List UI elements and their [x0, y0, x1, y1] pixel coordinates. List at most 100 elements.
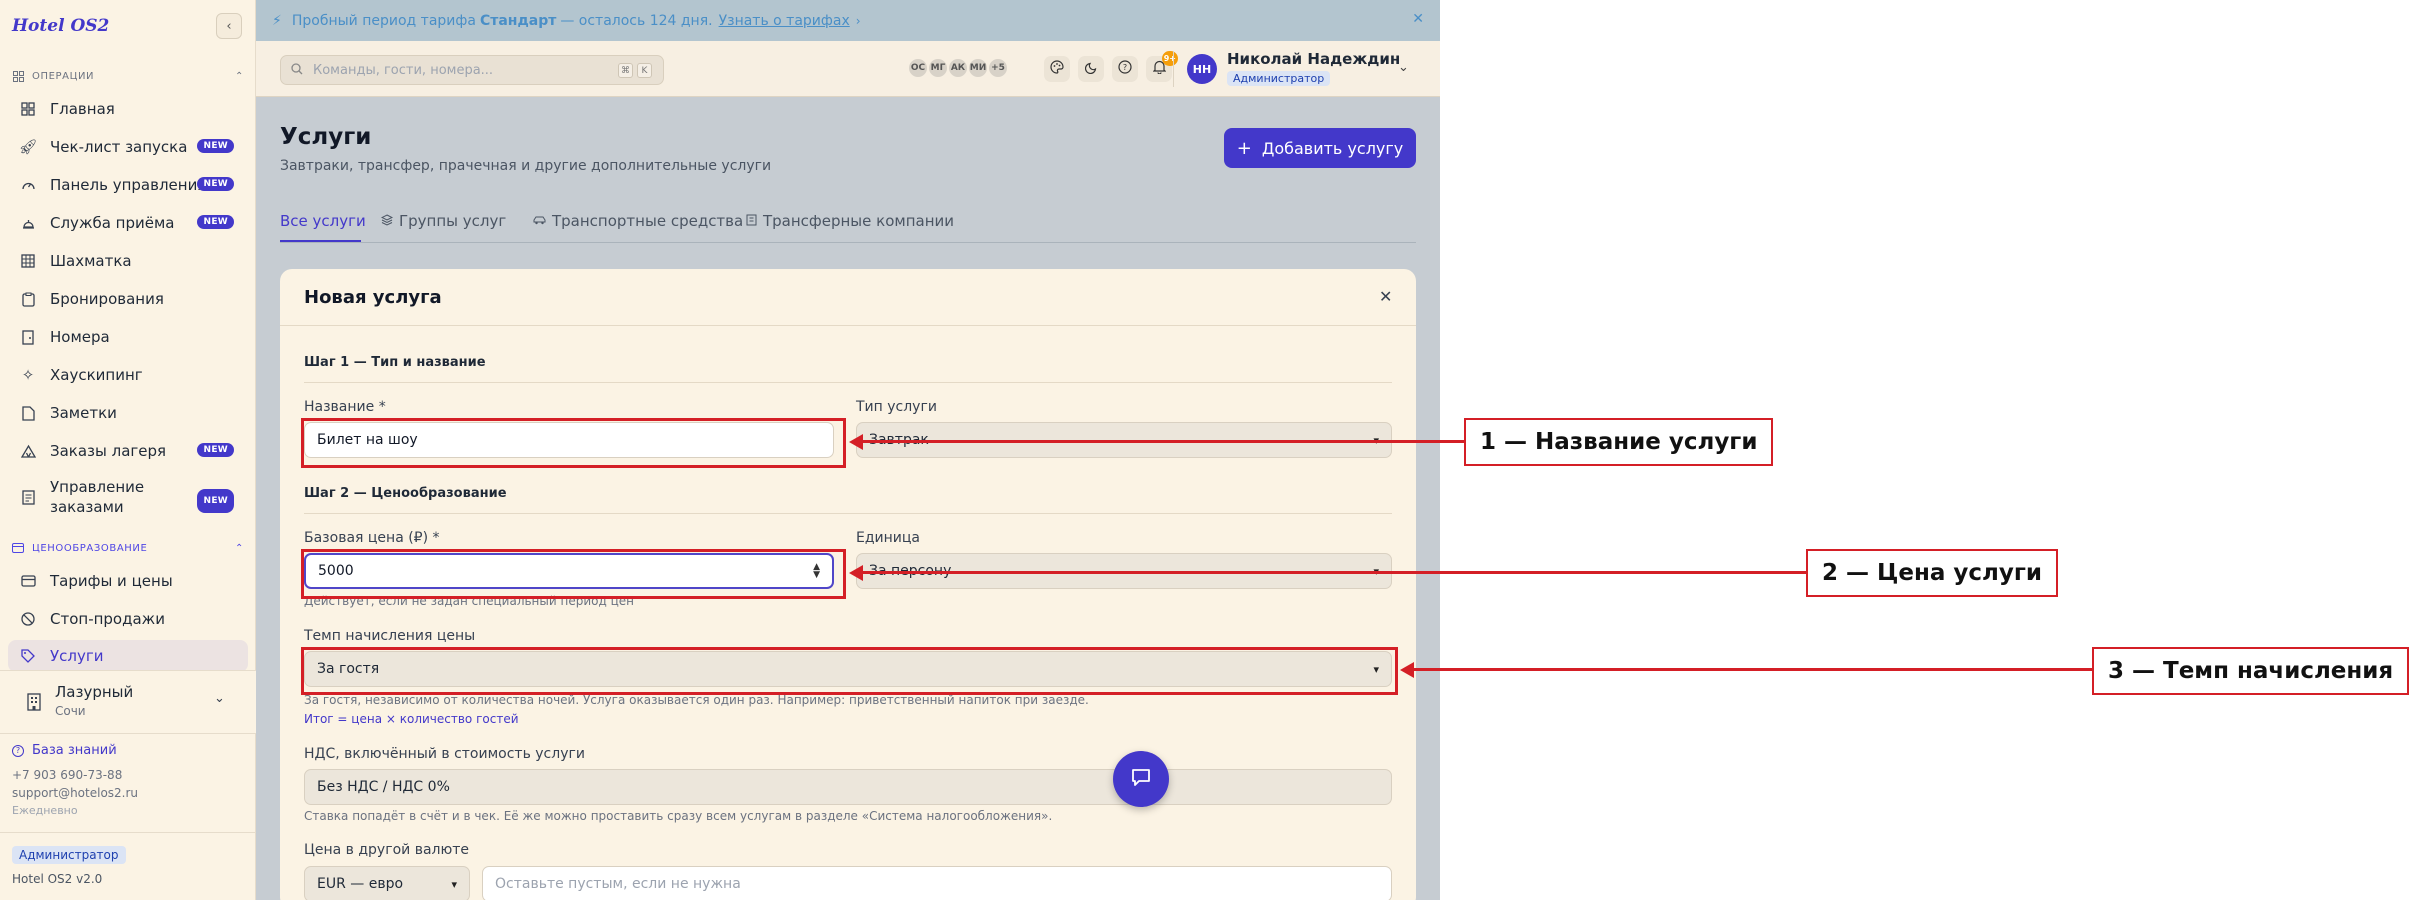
- chevron-down-icon[interactable]: ⌄: [1398, 60, 1409, 75]
- car-icon: [533, 214, 546, 228]
- section-pricing[interactable]: ЦЕНООБРАЗОВАНИЕ ⌃: [12, 540, 244, 556]
- sidebar-item-label: Шахматка: [50, 252, 132, 270]
- rate-label: Темп начисления цены: [304, 628, 476, 644]
- arrow-head-icon: [1400, 662, 1414, 678]
- add-service-label: Добавить услугу: [1261, 138, 1404, 158]
- sidebar-item-services[interactable]: Услуги: [8, 640, 248, 672]
- hotel-switcher[interactable]: Лазурный Сочи ⌄: [0, 670, 256, 734]
- sidebar-item-chessboard[interactable]: Шахматка: [8, 244, 248, 278]
- step-1-heading: Шаг 1 — Тип и название: [304, 355, 486, 370]
- command-search-input[interactable]: Команды, гости, номера... ⌘ K: [280, 55, 664, 85]
- chat-button[interactable]: [1113, 751, 1169, 807]
- help-circle-icon: ?: [12, 744, 24, 757]
- sidebar-item-stop-sales[interactable]: Стоп-продажи: [8, 602, 248, 636]
- sidebar-item-label: Заказы лагеря: [50, 442, 167, 460]
- receipt-icon: [20, 489, 36, 505]
- annotation-box-3: [301, 647, 1398, 695]
- annotation-box-1: [301, 418, 846, 468]
- foreign-price-placeholder: Оставьте пустым, если не нужна: [495, 876, 741, 892]
- chevron-down-icon: ▾: [451, 877, 457, 891]
- active-tab-indicator: [280, 240, 361, 242]
- currency-select[interactable]: EUR — евро ▾: [304, 866, 470, 900]
- tab-vehicles[interactable]: Транспортные средства: [533, 212, 743, 230]
- support-email[interactable]: support@hotelos2.ru: [12, 786, 138, 800]
- sidebar-item-front-desk[interactable]: Служба приёма NEW: [8, 206, 248, 240]
- section-operations[interactable]: ОПЕРАЦИИ ⌃: [12, 68, 244, 84]
- sidebar-item-order-management[interactable]: Управление заказами NEW: [8, 474, 248, 520]
- divider: [304, 513, 1392, 514]
- chevron-down-icon: ⌄: [214, 691, 225, 706]
- pricing-link[interactable]: Узнать о тарифах: [719, 13, 850, 29]
- chevron-right-icon: ›: [855, 13, 861, 28]
- support-phone[interactable]: +7 903 690-73-88: [12, 768, 122, 782]
- sidebar-item-camp-orders[interactable]: Заказы лагеря NEW: [8, 434, 248, 468]
- help-button[interactable]: ?: [1112, 56, 1138, 82]
- section-operations-label: ОПЕРАЦИИ: [32, 70, 95, 82]
- annotation-label-2: 2 — Цена услуги: [1806, 549, 2058, 597]
- sparkles-icon: ✧: [21, 366, 35, 384]
- online-users[interactable]: ОС МГ АК МИ +5: [907, 57, 1009, 79]
- knowledge-base-link[interactable]: ? База знаний: [12, 743, 117, 758]
- grid-icon: [12, 70, 24, 82]
- rate-hint: За гостя, независимо от количества ночей…: [304, 693, 1089, 707]
- sidebar-item-rooms[interactable]: Номера: [8, 320, 248, 354]
- divider: [280, 325, 1416, 326]
- trial-prefix: Пробный период тарифа: [291, 12, 476, 29]
- tab-service-groups[interactable]: Группы услуг: [380, 212, 507, 230]
- sidebar-item-home[interactable]: Главная: [8, 92, 248, 126]
- help-circle-icon: ?: [1118, 60, 1132, 78]
- app-logo: Hotel OS2: [12, 16, 110, 36]
- sidebar-item-label: Бронирования: [50, 290, 164, 308]
- tab-label: Группы услуг: [399, 212, 507, 230]
- bell-service-icon: [20, 215, 36, 231]
- tab-label: Транспортные средства: [552, 212, 744, 230]
- sidebar-item-launch-checklist[interactable]: 🚀︎ Чек-лист запуска NEW: [8, 130, 248, 164]
- grid-icon: [20, 101, 36, 117]
- user-avatar[interactable]: НН: [1187, 54, 1217, 84]
- tab-all-services[interactable]: Все услуги: [280, 212, 366, 230]
- dark-mode-button[interactable]: [1078, 56, 1104, 82]
- tab-transfer-companies[interactable]: Трансферные компании: [746, 212, 954, 230]
- theme-palette-button[interactable]: [1044, 56, 1070, 82]
- currency-value: EUR — евро: [317, 876, 404, 892]
- tag-icon: [20, 648, 36, 664]
- annotation-label-3: 3 — Темп начисления: [2092, 647, 2410, 695]
- avatar-more: +5: [987, 57, 1009, 79]
- table-grid-icon: [20, 253, 36, 269]
- note-icon: [20, 405, 36, 421]
- new-badge: NEW: [197, 139, 234, 153]
- trial-suffix: — осталось 124 дня.: [560, 12, 713, 29]
- sidebar-item-dashboard[interactable]: Панель управления NEW: [8, 168, 248, 202]
- notification-count: 9+: [1161, 51, 1178, 66]
- layers-icon: [380, 213, 394, 229]
- sidebar-item-label: Хаускипинг: [50, 366, 143, 384]
- user-name[interactable]: Николай Надеждин: [1227, 50, 1400, 68]
- top-bar: Команды, гости, номера... ⌘ K ОС МГ АК М…: [256, 41, 1440, 97]
- vat-select[interactable]: Без НДС / НДС 0%: [304, 769, 1392, 805]
- close-banner-icon[interactable]: ✕: [1412, 11, 1424, 27]
- hotel-city: Сочи: [55, 704, 86, 718]
- kbd-cmd: ⌘: [618, 63, 633, 78]
- foreign-price-input[interactable]: Оставьте пустым, если не нужна: [482, 866, 1392, 900]
- sidebar-item-bookings[interactable]: Бронирования: [8, 282, 248, 316]
- add-service-button[interactable]: + Добавить услугу: [1224, 128, 1416, 168]
- vat-label: НДС, включённый в стоимость услуги: [304, 746, 585, 762]
- sidebar-item-label: Услуги: [50, 647, 104, 665]
- chevron-left-icon: ‹: [226, 18, 232, 34]
- collapse-sidebar-button[interactable]: ‹: [216, 13, 242, 39]
- sidebar-item-rates[interactable]: Тарифы и цены: [8, 564, 248, 598]
- name-label: Название *: [304, 399, 386, 415]
- vat-value: Без НДС / НДС 0%: [317, 779, 450, 795]
- arrow-head-icon: [849, 434, 863, 450]
- sidebar-item-notes[interactable]: Заметки: [8, 396, 248, 430]
- sidebar-item-housekeeping[interactable]: ✧ Хаускипинг: [8, 358, 248, 392]
- user-role-badge: Администратор: [1227, 71, 1331, 86]
- moon-icon: [1084, 61, 1098, 78]
- close-icon[interactable]: ✕: [1379, 287, 1392, 306]
- avatar: ОС: [907, 57, 929, 79]
- tabs: Все услуги Группы услуг Транспортные сре…: [280, 208, 1416, 243]
- search-placeholder: Команды, гости, номера...: [313, 62, 494, 78]
- notifications-button[interactable]: 9+: [1146, 51, 1178, 82]
- section-pricing-label: ЦЕНООБРАЗОВАНИЕ: [32, 542, 148, 554]
- sidebar-item-label: Номера: [50, 328, 110, 346]
